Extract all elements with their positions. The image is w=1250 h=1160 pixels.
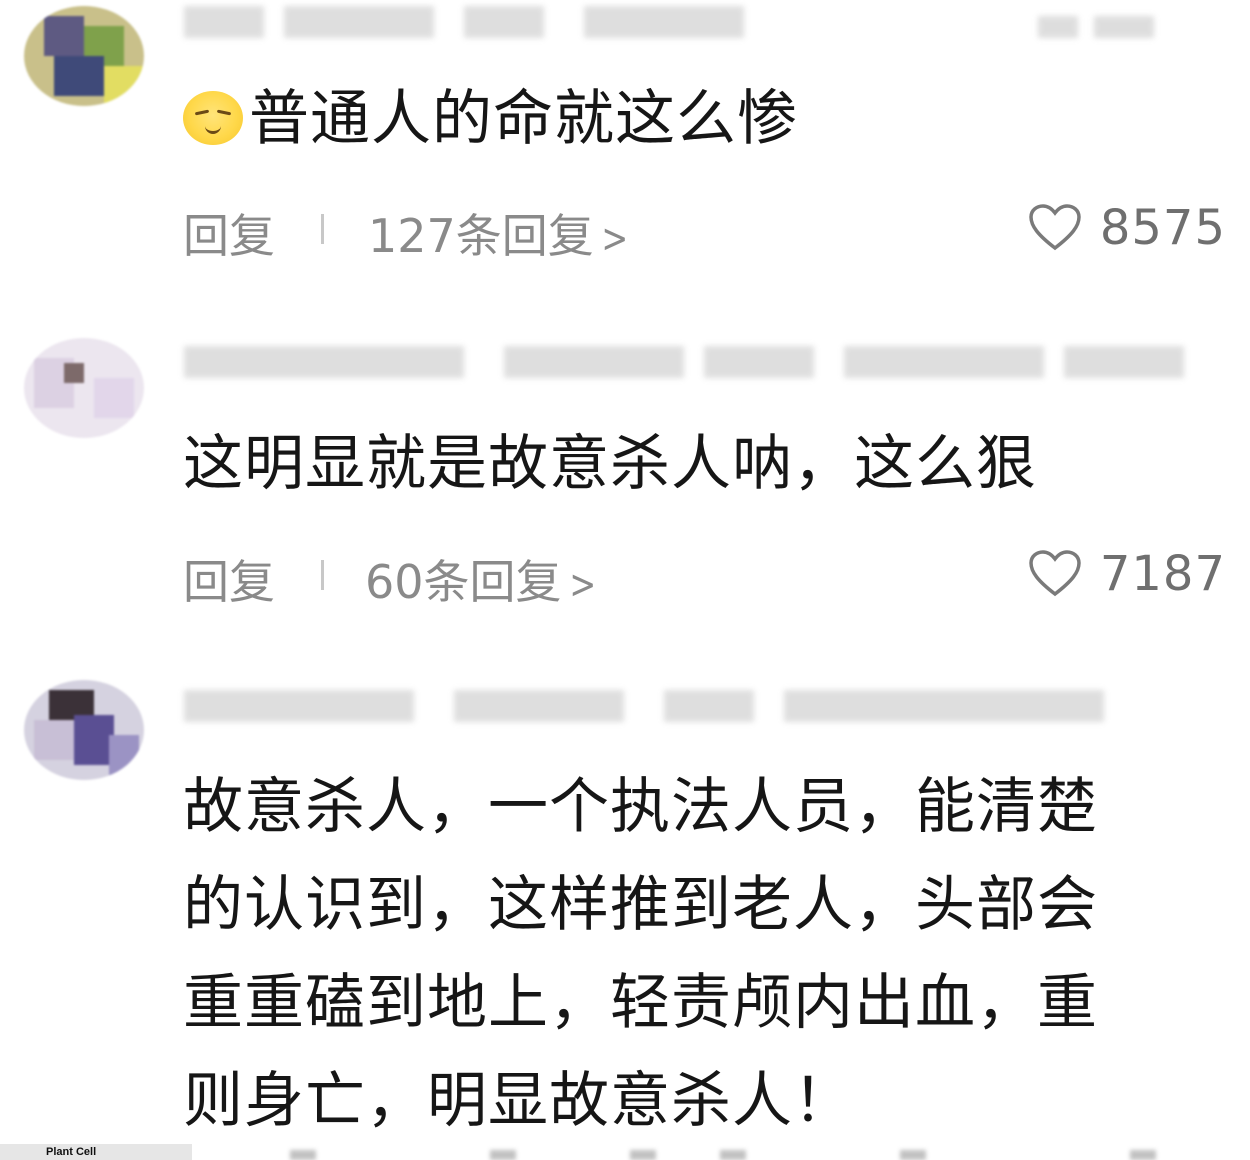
heart-icon — [1029, 550, 1081, 597]
footer-strip: Plant Cell — [0, 1142, 1250, 1160]
divider — [321, 560, 324, 590]
chevron-right-icon: > — [568, 562, 596, 608]
view-replies-link[interactable]: 60条回复 > — [365, 546, 599, 612]
timestamp-redacted — [1038, 10, 1158, 40]
comment-text-line: 故意杀人，一个执法人员，能清楚 — [183, 772, 1098, 842]
view-replies-link[interactable]: 127条回复 > — [368, 200, 631, 266]
heart-icon — [1029, 204, 1081, 251]
comment-text: 这明显就是故意杀人呐，这么狠 — [183, 429, 1037, 499]
comment-actions: 回复 127条回复 > 8575 — [183, 200, 1226, 263]
comment-text: 故意杀人，一个执法人员，能清楚 的认识到，这样推到老人，头部会 重重磕到地上，轻… — [183, 758, 1170, 1150]
replies-label: 60条回复 — [365, 555, 562, 609]
smirk-face-icon — [183, 91, 243, 145]
comment-actions: 回复 60条回复 > 7187 — [183, 546, 1226, 609]
comment-text-line: 的认识到，这样推到老人，头部会 — [183, 870, 1098, 940]
replies-label: 127条回复 — [368, 209, 594, 263]
like-count: 8575 — [1099, 200, 1226, 256]
cropped-text-blur — [200, 1148, 1200, 1160]
avatar[interactable] — [24, 338, 144, 438]
divider — [321, 214, 324, 244]
avatar[interactable] — [24, 680, 144, 780]
like-button[interactable]: 8575 — [1028, 200, 1226, 256]
reply-button[interactable]: 回复 — [183, 200, 275, 266]
comment-text: 普通人的命就这么惨 — [183, 70, 1170, 168]
comment-text-line: 则身亡，明显故意杀人！ — [183, 1066, 854, 1136]
username-redacted — [184, 686, 1114, 726]
username-redacted — [184, 2, 744, 42]
like-button[interactable]: 7187 — [1028, 546, 1226, 602]
reply-button[interactable]: 回复 — [183, 546, 275, 612]
username-redacted — [184, 342, 1224, 382]
like-count: 7187 — [1099, 546, 1226, 602]
comment-text-line: 重重磕到地上，轻责颅内出血，重 — [183, 968, 1098, 1038]
watermark-label: Plant Cell — [0, 1144, 192, 1160]
avatar[interactable] — [24, 6, 144, 106]
chevron-right-icon: > — [601, 216, 628, 262]
